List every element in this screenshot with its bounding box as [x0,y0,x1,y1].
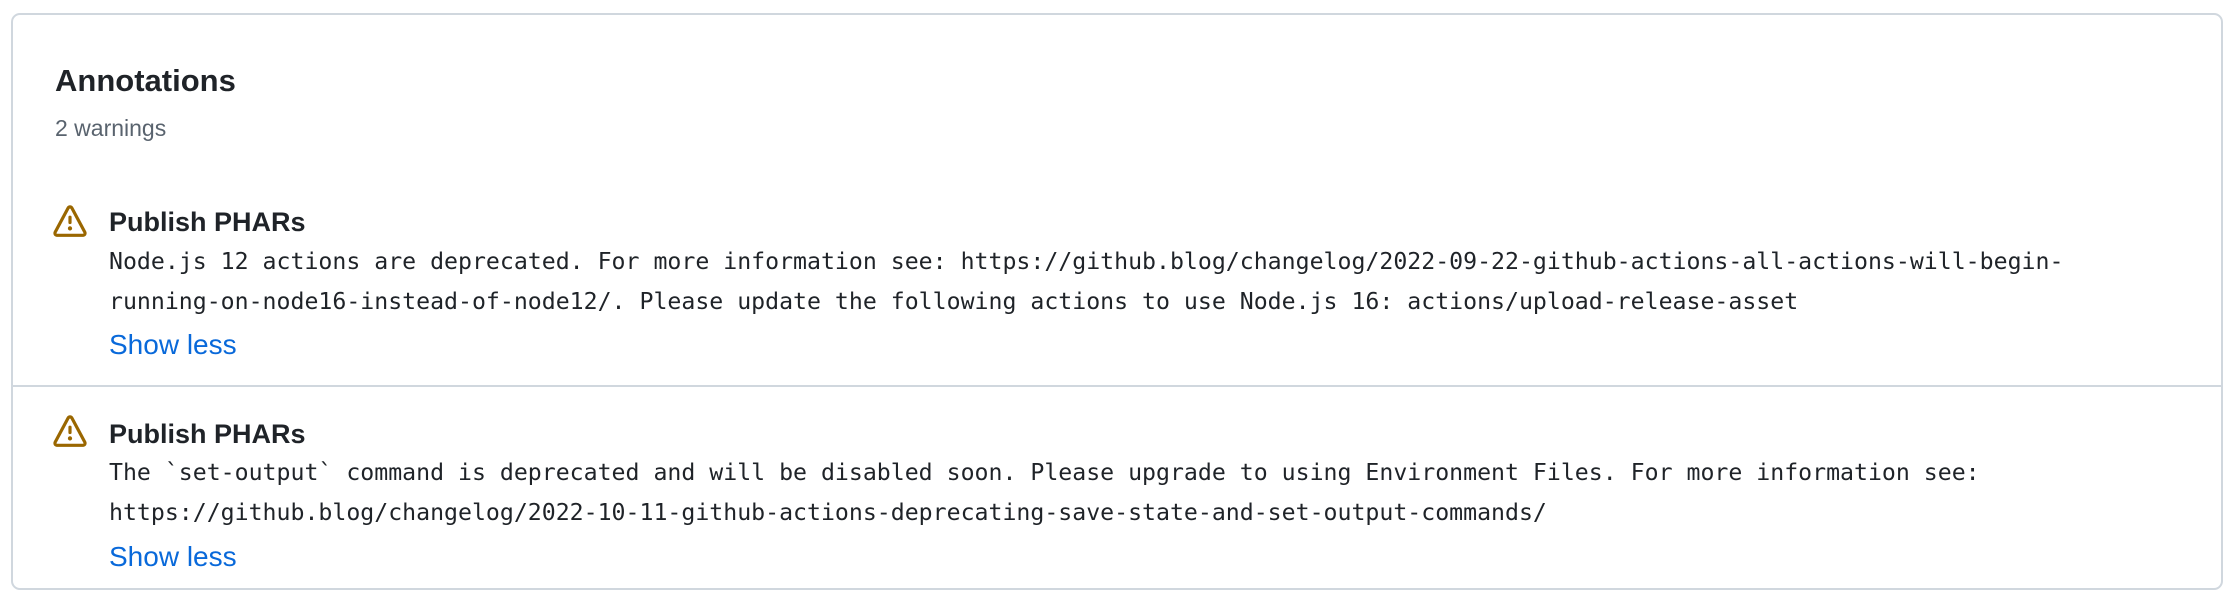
show-less-button[interactable]: Show less [109,327,237,363]
annotation-item: Publish PHARs Node.js 12 actions are dep… [13,183,2221,385]
annotation-message-line: https://github.blog/changelog/2022-10-11… [109,499,1547,526]
show-less-button[interactable]: Show less [109,539,237,575]
annotations-title: Annotations [55,63,236,98]
annotation-message: Node.js 12 actions are deprecated. For m… [109,242,2189,322]
annotation-message-line: The `set-output` command is deprecated a… [109,459,1980,486]
warning-icon [53,415,87,449]
annotation-title: Publish PHARs [109,207,306,237]
annotation-message: The `set-output` command is deprecated a… [109,453,2189,533]
warning-icon [53,205,87,239]
annotation-message-line: running-on-node16-instead-of-node12/. Pl… [109,288,1799,315]
annotations-panel: Annotations 2 warnings Publish PHARs Nod… [11,13,2223,590]
annotation-title: Publish PHARs [109,419,306,449]
annotation-item: Publish PHARs The `set-output` command i… [13,385,2221,588]
annotations-header: Annotations 2 warnings [55,61,236,143]
annotations-count: 2 warnings [55,115,167,141]
annotation-message-line: Node.js 12 actions are deprecated. For m… [109,248,2064,275]
